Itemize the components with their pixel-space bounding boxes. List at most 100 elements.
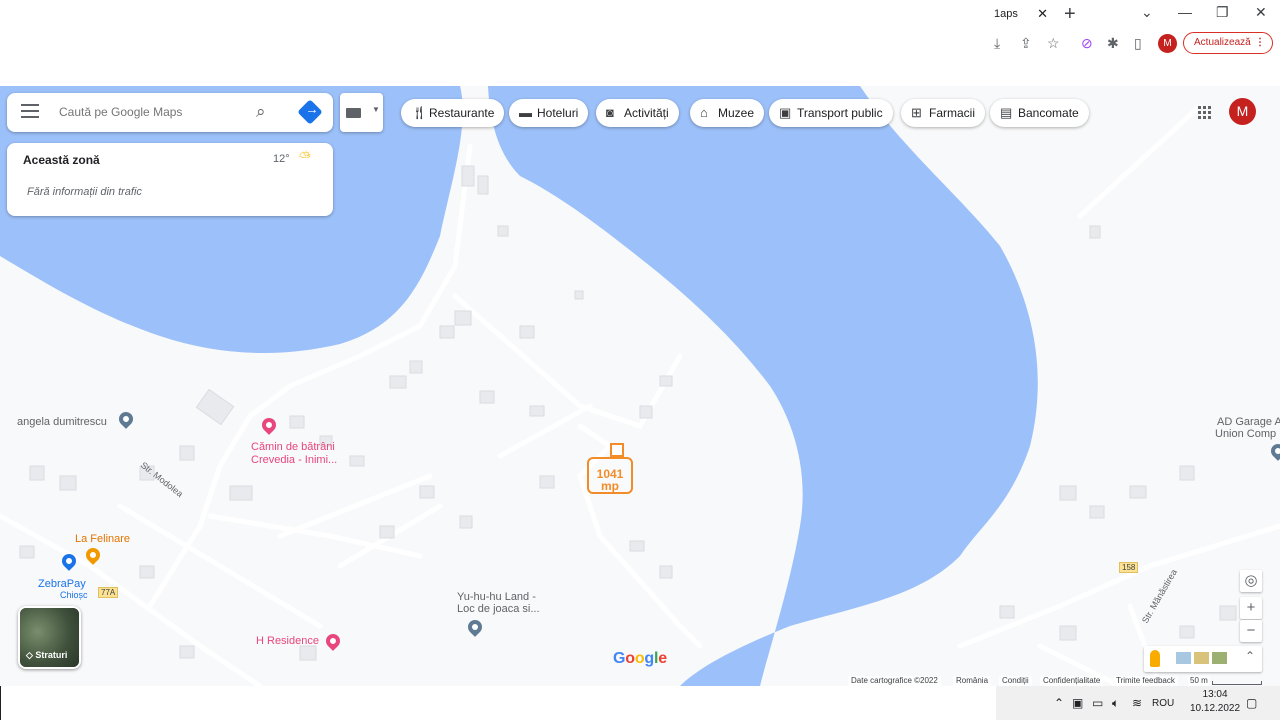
input-tools-button[interactable]: ▼ [340,93,383,132]
google-apps-icon[interactable] [1198,106,1212,120]
expand-icon[interactable]: ⌃ [1245,649,1255,663]
imagery-thumb-3[interactable] [1212,652,1227,664]
chip-label: Transport public [797,106,883,120]
close-tab-icon[interactable]: ✕ [1037,6,1048,22]
atm-icon: ▤ [1000,105,1013,120]
google-logo: Google [613,650,667,667]
museum-icon: ⌂ [700,105,708,120]
measurement-unit: mp [601,479,619,493]
clock-time: 13:04 [1202,689,1228,700]
poi-label-la-felinare[interactable]: La Felinare [75,533,130,545]
partly-cloudy-icon: ⛅︎ [299,149,312,166]
search-input[interactable] [59,105,239,119]
volume-icon[interactable]: 🔈︎ [1112,696,1119,711]
caret-down-icon: ▼ [372,105,380,114]
close-window-button[interactable]: ✕ [1255,4,1267,21]
maximize-button[interactable]: ❐ [1216,4,1229,21]
block-extension-icon[interactable]: ⊘ [1081,35,1093,52]
imagery-thumb-1[interactable] [1176,652,1191,664]
road-shield-77a: 77A [98,587,119,598]
map-data-attribution: Date cartografice ©2022 [848,676,941,686]
tab-search-icon[interactable]: ⌄ [1141,4,1153,21]
feedback-link[interactable]: Trimite feedback [1113,676,1178,686]
chip-muzee[interactable]: ⌂ Muzee [690,99,765,127]
security-icon[interactable]: ▣ [1072,696,1083,710]
scale-label[interactable]: 50 m [1188,676,1210,686]
fork-knife-icon: 🍴︎ [411,105,428,120]
temperature-value: 12° [273,153,290,165]
poi-label-h-residence[interactable]: H Residence [256,635,319,647]
poi-label-yuhuhu-2[interactable]: Loc de joaca si... [457,603,540,615]
minimize-button[interactable]: — [1178,4,1192,20]
poi-label-ad-garage-1[interactable]: AD Garage A [1217,416,1280,428]
update-button-label: Actualizează [1194,37,1251,48]
battery-icon[interactable]: ▭ [1092,696,1103,710]
chip-restaurante[interactable]: 🍴︎ Restaurante [401,99,505,127]
camera-icon: ◙ [606,105,614,120]
measurement-area-label[interactable]: 1041 mp [587,457,633,494]
traffic-status: Fără informații din trafic [27,186,142,198]
poi-label-zebrapay-sub: Chioșc [60,590,88,600]
pharmacy-icon: ⊞ [911,105,922,120]
menu-icon[interactable] [21,104,39,120]
clock-date: 10.12.2022 [1190,703,1241,714]
bus-icon: ▣ [779,105,792,120]
search-icon[interactable]: ⌕ [256,102,266,122]
new-tab-button[interactable]: + [1064,3,1076,26]
profile-avatar[interactable]: M [1158,34,1177,53]
poi-label-ad-garage-2[interactable]: Union Comp [1215,428,1276,440]
tab-title: 1aps [994,8,1018,20]
directions-icon[interactable] [297,99,323,125]
clock[interactable]: 13:04 10.12.2022 [1190,688,1240,716]
more-menu-icon: ⋮ [1255,37,1265,48]
browser-tab[interactable]: 1aps ✕ [984,0,1056,28]
wifi-icon[interactable]: ≋ [1132,696,1142,710]
chip-label: Activități [624,106,669,120]
imagery-thumb-2[interactable] [1194,652,1209,664]
chip-activitati[interactable]: ◙ Activități [596,99,679,127]
search-box: ⌕ [7,93,333,132]
account-avatar[interactable]: M [1229,98,1256,125]
taskbar-edge [0,686,1,720]
update-button[interactable]: Actualizează ⋮ [1183,32,1273,54]
country-link[interactable]: România [953,676,992,686]
poi-label-zebrapay[interactable]: ZebraPay [38,578,86,590]
chip-transport-public[interactable]: ▣ Transport public [769,99,893,127]
tray-chevron-icon[interactable]: ⌃ [1054,696,1064,710]
taskbar: ⌃ ▣ ▭ 🔈︎ ≋ ROU 13:04 10.12.2022 ▢ [0,686,1280,720]
chip-label: Farmacii [929,106,976,120]
road-shield-158: 158 [1119,562,1139,573]
chip-farmacii[interactable]: ⊞ Farmacii [901,99,986,127]
install-app-icon[interactable]: ⤓ [994,35,1000,52]
side-panel-icon[interactable]: ▯ [1134,35,1142,52]
share-icon[interactable]: ⇪ [1020,35,1032,52]
poi-label-camin-1[interactable]: Cămin de bătrâni [251,441,335,453]
poi-label-angela[interactable]: angela dumitrescu [17,416,107,428]
browser-chrome: 1aps ✕ + ⌄ — ❐ ✕ ⤓ ⇪ ☆ ⊘ ✱ ▯ M Actualize… [0,0,1280,86]
layers-label: ◇ Straturi [26,650,68,660]
area-info-card: Această zonă 12° ⛅︎ Fără informații din … [7,143,333,216]
measure-marker-icon[interactable] [610,443,624,457]
terms-link[interactable]: Condiții [999,676,1032,686]
chip-bancomate[interactable]: ▤ Bancomate [990,99,1089,127]
chip-label: Hoteluri [537,106,579,120]
notifications-icon[interactable]: ▢ [1246,696,1257,710]
chip-hoteluri[interactable]: ▬ Hoteluri [509,99,589,127]
layers-button[interactable]: ◇ Straturi [18,606,81,669]
scale-bar [1212,681,1262,685]
poi-label-camin-2[interactable]: Crevedia - Inimi... [251,454,337,466]
chip-label: Bancomate [1018,106,1079,120]
extensions-puzzle-icon[interactable]: ✱ [1107,35,1119,52]
chip-label: Muzee [718,106,755,120]
zoom-in-button[interactable]: + [1240,597,1262,619]
keyboard-icon [346,108,361,118]
privacy-link[interactable]: Confidențialitate [1040,676,1104,686]
tab-strip: 1aps ✕ + ⌄ — ❐ ✕ [0,0,1280,28]
bookmark-star-icon[interactable]: ☆ [1047,35,1060,52]
zoom-out-button[interactable]: − [1240,620,1262,642]
my-location-icon[interactable]: ◎ [1240,570,1262,592]
pegman-icon[interactable] [1150,650,1160,667]
poi-label-yuhuhu-1[interactable]: Yu-hu-hu Land - [457,591,536,603]
input-language[interactable]: ROU [1152,698,1174,709]
bed-icon: ▬ [519,105,532,120]
